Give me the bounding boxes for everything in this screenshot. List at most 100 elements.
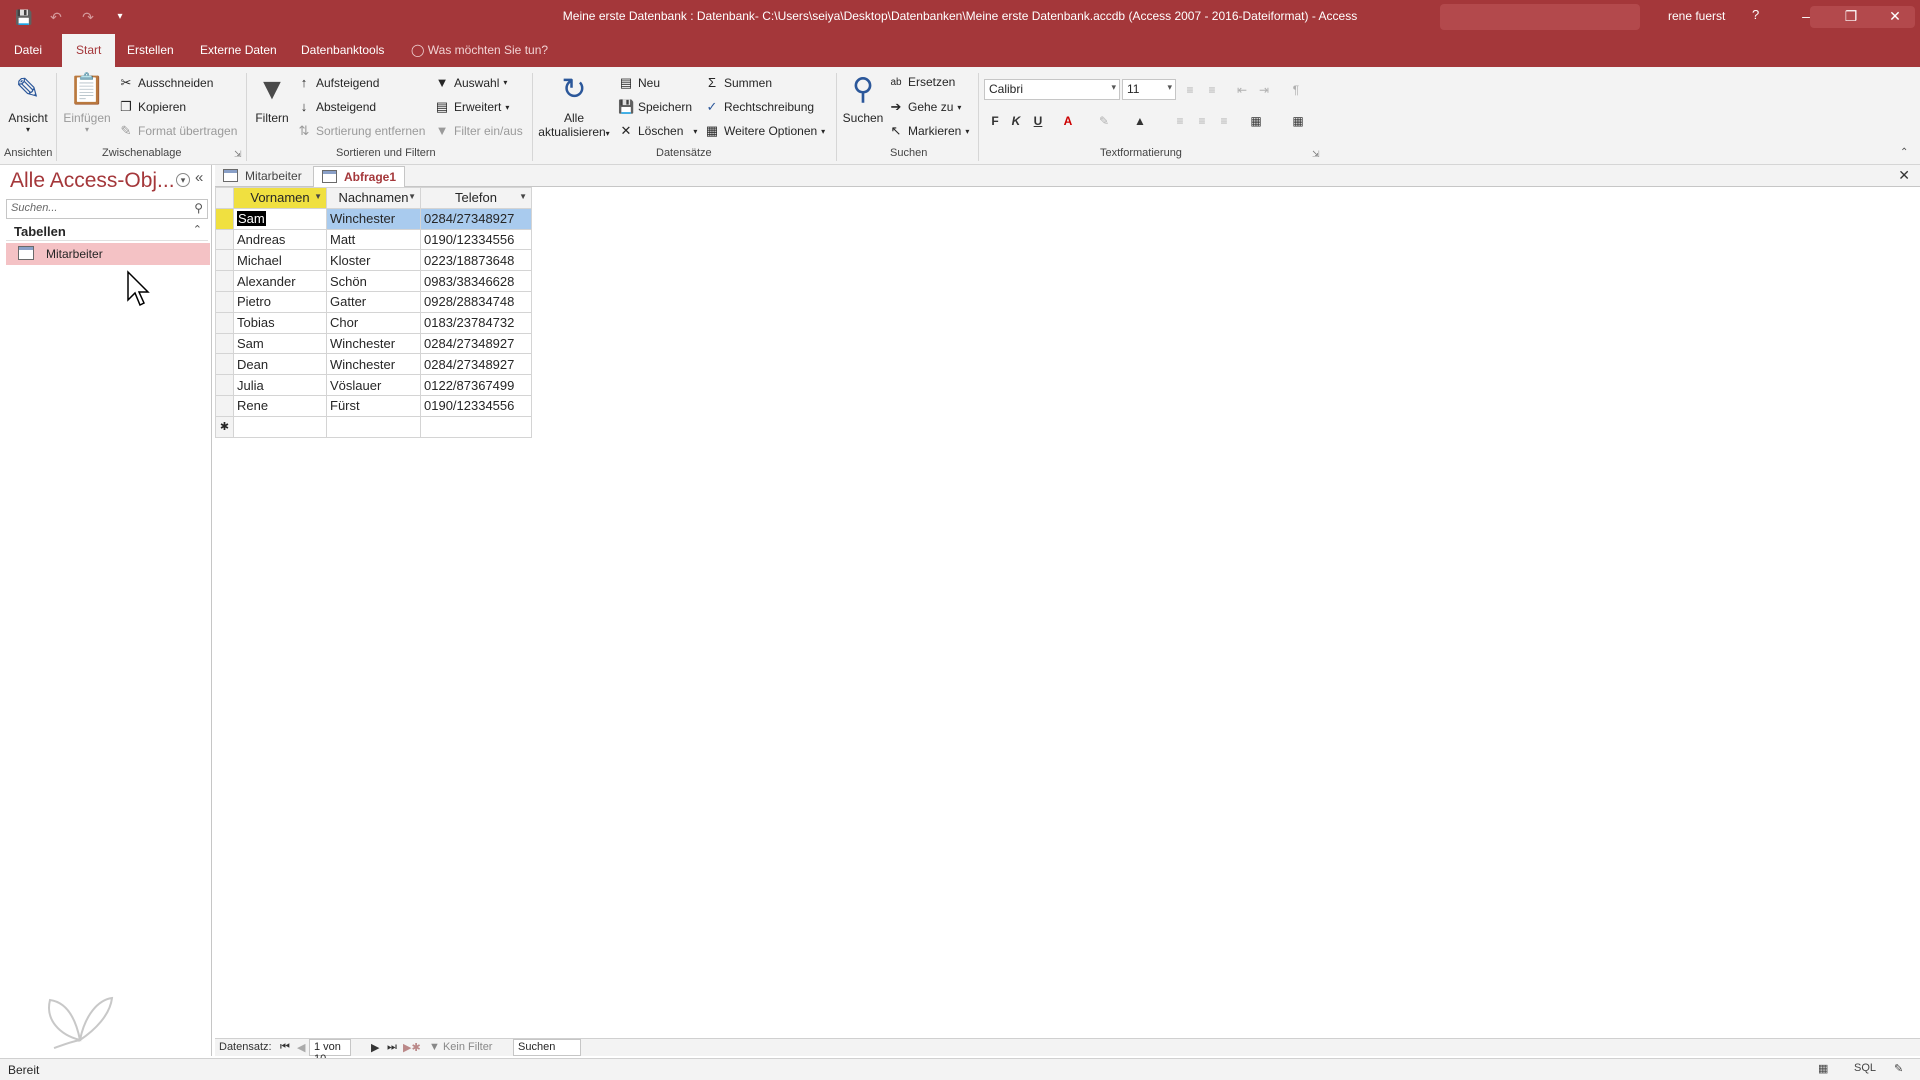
table-cell[interactable]: 0983/38346628 — [420, 270, 532, 292]
table-cell[interactable]: 0223/18873648 — [420, 249, 532, 272]
table-row[interactable]: Sam Winchester 0284/27348927 — [215, 332, 532, 355]
record-selector[interactable] — [215, 270, 234, 292]
first-record-icon[interactable]: ⏮ — [280, 1041, 290, 1054]
tab-start[interactable]: Start — [62, 34, 116, 67]
table-cell[interactable]: Vöslauer — [326, 374, 421, 396]
previous-record-icon[interactable]: ◀ — [297, 1041, 305, 1054]
record-position-input[interactable]: 1 von 10 — [309, 1039, 351, 1065]
bullets-icon[interactable]: ≡ — [1180, 80, 1200, 100]
tab-datei[interactable]: Datei — [0, 34, 56, 67]
close-window-icon[interactable]: ✕ — [1880, 4, 1910, 28]
search-icon[interactable]: ⚲ — [194, 201, 203, 215]
goto-button[interactable]: ➔ Gehe zu ▾ — [888, 99, 962, 115]
table-cell[interactable]: Rene — [233, 394, 327, 417]
minimize-icon[interactable]: – — [1791, 4, 1821, 28]
sort-descending-button[interactable]: ↓ Absteigend — [296, 99, 376, 114]
table-row[interactable]: Tobias Chor 0183/23784732 — [215, 311, 532, 334]
record-selector[interactable] — [215, 311, 234, 334]
indent-decrease-icon[interactable]: ⇤ — [1232, 80, 1252, 100]
new-record-row[interactable]: ✱ — [215, 415, 532, 438]
gridlines-icon[interactable]: ▦ — [1288, 111, 1308, 131]
copy-button[interactable]: ❐ Kopieren — [118, 99, 186, 115]
record-selector[interactable] — [215, 374, 234, 396]
table-cell[interactable]: Fürst — [326, 394, 421, 417]
table-row[interactable]: Alexander Schön 0983/38346628 — [215, 270, 532, 292]
chevron-down-icon[interactable]: ▼ — [519, 192, 527, 201]
table-cell[interactable]: Pietro — [233, 290, 327, 313]
dialog-launcher-icon[interactable]: ⇲ — [1312, 149, 1320, 160]
save-record-button[interactable]: 💾 Speichern — [618, 99, 692, 115]
table-cell[interactable]: 0183/23784732 — [420, 311, 532, 334]
tab-datenbanktools[interactable]: Datenbanktools — [287, 34, 398, 67]
nav-item-mitarbeiter[interactable]: Mitarbeiter — [6, 243, 210, 265]
find-button[interactable]: ⚲ Suchen — [840, 73, 886, 125]
table-row[interactable]: Dean Winchester 0284/27348927 — [215, 353, 532, 376]
replace-button[interactable]: ab Ersetzen — [888, 75, 955, 89]
column-header-vornamen[interactable]: Vornamen ▼ — [233, 187, 327, 209]
tab-externe-daten[interactable]: Externe Daten — [186, 34, 291, 67]
new-record-button[interactable]: ▤ Neu — [618, 75, 660, 91]
more-options-button[interactable]: ▦ Weitere Optionen ▾ — [704, 123, 825, 139]
table-cell[interactable]: 0284/27348927 — [420, 353, 532, 376]
record-selector[interactable] — [215, 353, 234, 376]
font-name-select[interactable]: Calibri ▾ — [984, 79, 1120, 100]
delete-record-button[interactable]: ✕ Löschen ▾ — [618, 123, 698, 139]
record-selector[interactable] — [215, 394, 234, 417]
table-row[interactable]: Michael Kloster 0223/18873648 — [215, 249, 532, 272]
doc-tab-abfrage1[interactable]: Abfrage1 — [313, 166, 406, 187]
alternate-row-color-icon[interactable]: ▦ — [1246, 111, 1266, 131]
table-row[interactable]: Sam Winchester 0284/27348927 — [215, 207, 532, 230]
toggle-filter-button[interactable]: ▼ Filter ein/aus — [434, 123, 523, 138]
highlight-icon[interactable]: ✎ — [1094, 111, 1114, 131]
nav-section-tables[interactable]: Tabellen ⌃ — [6, 221, 208, 241]
table-row[interactable]: Andreas Matt 0190/12334556 — [215, 228, 532, 251]
underline-button[interactable]: U — [1028, 111, 1048, 131]
table-cell[interactable]: 0284/27348927 — [420, 207, 532, 230]
italic-button[interactable]: K — [1006, 111, 1026, 131]
next-record-icon[interactable]: ▶ — [371, 1041, 379, 1054]
collapse-ribbon-icon[interactable]: ⌃ — [1900, 147, 1908, 158]
column-header-telefon[interactable]: Telefon ▼ — [420, 187, 532, 209]
table-cell[interactable]: Alexander — [233, 270, 327, 292]
table-row[interactable]: Rene Fürst 0190/12334556 — [215, 394, 532, 417]
select-button[interactable]: ↖ Markieren ▾ — [888, 123, 970, 139]
table-cell[interactable]: Schön — [326, 270, 421, 292]
design-view-icon[interactable]: ✎ — [1894, 1062, 1903, 1075]
new-record-nav-icon[interactable]: ▶✱ — [403, 1041, 421, 1054]
cut-button[interactable]: ✂ Ausschneiden — [118, 75, 214, 91]
record-selector[interactable] — [215, 249, 234, 272]
table-cell[interactable]: Michael — [233, 249, 327, 272]
collapse-pane-icon[interactable]: « — [195, 169, 203, 186]
table-cell[interactable]: 0122/87367499 — [420, 374, 532, 396]
chevron-down-icon[interactable]: ▼ — [408, 192, 416, 201]
table-cell[interactable]: Winchester — [326, 207, 421, 230]
nav-pane-title[interactable]: Alle Access-Obj... — [10, 169, 175, 193]
dialog-launcher-icon[interactable]: ⇲ — [234, 149, 242, 160]
table-row[interactable]: Pietro Gatter 0928/28834748 — [215, 290, 532, 313]
align-right-icon[interactable]: ≡ — [1214, 111, 1234, 131]
select-all-corner[interactable] — [215, 187, 234, 209]
totals-button[interactable]: Σ Summen — [704, 75, 772, 90]
chevron-down-icon[interactable]: ▼ — [314, 192, 322, 201]
numbering-icon[interactable]: ≡ — [1202, 80, 1222, 100]
table-cell[interactable]: Andreas — [233, 228, 327, 251]
table-cell[interactable]: Kloster — [326, 249, 421, 272]
user-name[interactable]: rene fuerst — [1668, 9, 1725, 23]
paste-button[interactable]: 📋 Einfügen ▾ — [62, 73, 112, 134]
font-size-select[interactable]: 11 ▾ — [1122, 79, 1176, 100]
remove-sort-button[interactable]: ⇅ Sortierung entfernen — [296, 123, 426, 139]
table-cell[interactable]: Tobias — [233, 311, 327, 334]
spelling-button[interactable]: ✓ Rechtschreibung — [704, 99, 815, 115]
paragraph-direction-icon[interactable]: ¶ — [1286, 80, 1306, 100]
align-left-icon[interactable]: ≡ — [1170, 111, 1190, 131]
help-icon[interactable]: ? — [1752, 7, 1759, 22]
table-cell[interactable]: Dean — [233, 353, 327, 376]
filter-status[interactable]: ▼ Kein Filter — [429, 1041, 492, 1053]
close-document-icon[interactable]: ✕ — [1898, 167, 1910, 184]
sql-view-button[interactable]: SQL — [1854, 1062, 1876, 1074]
record-search-input[interactable]: Suchen — [513, 1039, 581, 1056]
doc-tab-mitarbeiter[interactable]: Mitarbeiter — [215, 166, 310, 187]
refresh-all-button[interactable]: ↻ Alle aktualisieren▾ — [538, 73, 610, 139]
table-cell[interactable]: Chor — [326, 311, 421, 334]
record-selector[interactable] — [215, 290, 234, 313]
